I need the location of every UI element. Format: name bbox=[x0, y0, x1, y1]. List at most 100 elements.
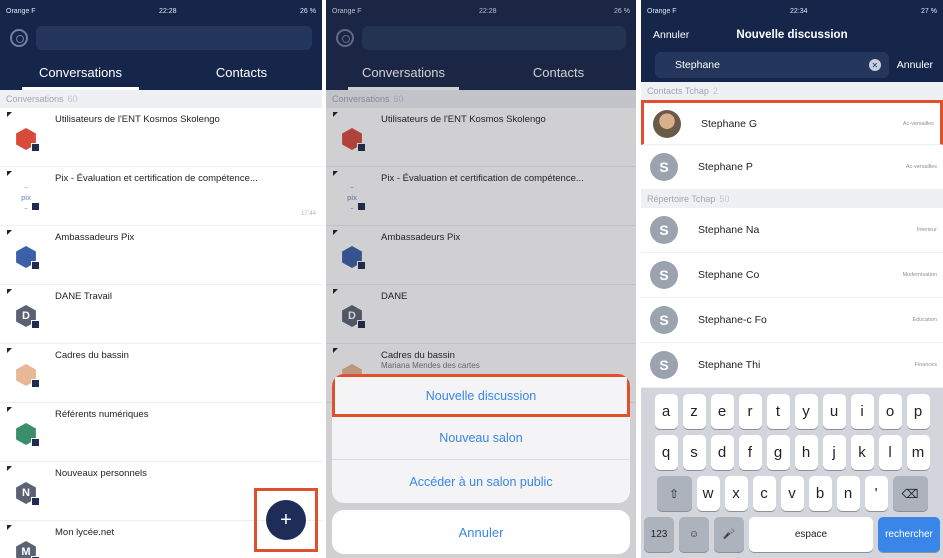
new-discussion-action[interactable]: Nouvelle discussion bbox=[332, 374, 630, 417]
conversation-title: Cadres du bassin bbox=[55, 350, 129, 361]
key-q[interactable]: q bbox=[654, 435, 678, 470]
key-v[interactable]: v bbox=[780, 476, 804, 511]
key-r[interactable]: r bbox=[738, 394, 762, 429]
search-input[interactable] bbox=[36, 26, 312, 50]
section-count: 2 bbox=[712, 86, 718, 96]
key-n[interactable]: n bbox=[836, 476, 860, 511]
conversation-row[interactable]: Ambassadeurs Pix bbox=[0, 226, 322, 285]
tab-conversations[interactable]: Conversations bbox=[0, 54, 161, 90]
status-bar: Orange F 22:28 26 % bbox=[0, 0, 322, 22]
contact-name: Stephane Na bbox=[698, 224, 760, 236]
carrier-label: Orange F bbox=[647, 7, 677, 15]
key-apostrophe[interactable]: ' bbox=[864, 476, 888, 511]
settings-gear-icon[interactable] bbox=[10, 29, 28, 47]
clock: 22:28 bbox=[159, 7, 177, 15]
space-key[interactable]: espace bbox=[749, 517, 873, 552]
unread-marker-icon bbox=[7, 407, 12, 412]
contact-row[interactable]: S Stephane-c Fo Education bbox=[641, 298, 943, 343]
directory-section-header: Répertoire Tchap 50 bbox=[641, 190, 943, 208]
unread-marker-icon bbox=[7, 171, 12, 176]
key-j[interactable]: j bbox=[822, 435, 846, 470]
key-g[interactable]: g bbox=[766, 435, 790, 470]
key-i[interactable]: i bbox=[850, 394, 874, 429]
carrier-label: Orange F bbox=[6, 7, 36, 15]
key-x[interactable]: x bbox=[724, 476, 748, 511]
key-t[interactable]: t bbox=[766, 394, 790, 429]
new-discussion-screen: Orange F 22:34 27 % Nouvelle discussion … bbox=[641, 0, 943, 558]
section-label: Répertoire Tchap bbox=[647, 194, 716, 204]
key-c[interactable]: c bbox=[752, 476, 776, 511]
key-a[interactable]: a bbox=[654, 394, 678, 429]
unread-marker-icon bbox=[7, 525, 12, 530]
key-m[interactable]: m bbox=[906, 435, 930, 470]
key-l[interactable]: l bbox=[878, 435, 902, 470]
key-p[interactable]: p bbox=[906, 394, 930, 429]
search-input[interactable]: Stephane ✕ bbox=[655, 52, 889, 78]
section-count: 50 bbox=[719, 194, 730, 204]
key-h[interactable]: h bbox=[794, 435, 818, 470]
cadres-icon bbox=[15, 364, 40, 388]
key-e[interactable]: e bbox=[710, 394, 734, 429]
contact-row[interactable]: Stephane G Ac-versailles bbox=[641, 100, 943, 145]
key-y[interactable]: y bbox=[794, 394, 818, 429]
conversation-title: Référents numériques bbox=[55, 409, 149, 420]
conversation-title: Ambassadeurs Pix bbox=[55, 232, 135, 243]
emoji-key[interactable]: ☺ bbox=[679, 517, 709, 552]
contact-domain: Education bbox=[912, 317, 937, 323]
conversation-row[interactable]: DANE Travail D bbox=[0, 285, 322, 344]
contact-row[interactable]: S Stephane Thi Finances bbox=[641, 343, 943, 388]
action-sheet: Nouvelle discussion Nouveau salon Accéde… bbox=[332, 374, 630, 503]
key-o[interactable]: o bbox=[878, 394, 902, 429]
keyboard: azertyuiop qsdfghjklm ⇧ w x c v b n ' ⌫ 123 ☺ 🎤 … bbox=[641, 388, 943, 558]
search-cancel-button[interactable]: Annuler bbox=[897, 59, 933, 71]
room-badge-icon bbox=[31, 202, 40, 211]
key-z[interactable]: z bbox=[682, 394, 706, 429]
join-public-room-action[interactable]: Accéder à un salon public bbox=[332, 460, 630, 503]
conversations-screen: Orange F 22:28 26 % Conversations Contac… bbox=[0, 0, 322, 558]
key-f[interactable]: f bbox=[738, 435, 762, 470]
room-badge-icon bbox=[31, 261, 40, 270]
hexagon-m-icon: M bbox=[15, 541, 40, 558]
search-key[interactable]: rechercher bbox=[878, 517, 940, 552]
contact-row[interactable]: S Stephane P Ac-versailles bbox=[641, 145, 943, 190]
key-u[interactable]: u bbox=[822, 394, 846, 429]
referents-icon bbox=[15, 423, 40, 447]
contact-domain: Ac-versailles bbox=[902, 120, 934, 127]
clear-icon[interactable]: ✕ bbox=[868, 59, 881, 71]
search-value: Stephane bbox=[675, 59, 720, 71]
contact-name: Stephane P bbox=[698, 161, 753, 173]
microphone-key[interactable]: 🎤 bbox=[714, 517, 744, 552]
contact-avatar-icon: S bbox=[650, 261, 678, 289]
pix-logo-icon: pix bbox=[15, 187, 40, 211]
tab-contacts[interactable]: Contacts bbox=[161, 54, 322, 90]
status-bar: Orange F 22:34 27 % bbox=[641, 0, 943, 22]
new-room-action[interactable]: Nouveau salon bbox=[332, 417, 630, 460]
room-badge-icon bbox=[31, 497, 40, 506]
conversation-title: Nouveaux personnels bbox=[55, 468, 147, 479]
contact-domain: Finances bbox=[914, 362, 937, 368]
conversation-row[interactable]: Référents numériques bbox=[0, 403, 322, 462]
nav-cancel-button[interactable]: Annuler bbox=[653, 29, 689, 41]
numbers-key[interactable]: 123 bbox=[644, 517, 674, 552]
new-conversation-button[interactable]: + bbox=[266, 500, 306, 540]
section-label: Conversations bbox=[6, 94, 64, 104]
conversation-title: DANE Travail bbox=[55, 291, 113, 302]
hexagon-n-icon: N bbox=[15, 482, 40, 506]
key-s[interactable]: s bbox=[682, 435, 706, 470]
key-d[interactable]: d bbox=[710, 435, 734, 470]
key-b[interactable]: b bbox=[808, 476, 832, 511]
contact-name: Stephane-c Fo bbox=[698, 314, 767, 326]
contact-row[interactable]: S Stephane Co Modernisation bbox=[641, 253, 943, 298]
backspace-key[interactable]: ⌫ bbox=[892, 476, 928, 511]
conversation-row[interactable]: Pix - Évaluation et certification de com… bbox=[0, 167, 322, 226]
unread-marker-icon bbox=[7, 230, 12, 235]
conversation-row[interactable]: Cadres du bassin bbox=[0, 344, 322, 403]
key-w[interactable]: w bbox=[696, 476, 720, 511]
action-sheet-screen: Orange F 22:28 26 % Conversations Contac… bbox=[326, 0, 636, 558]
unread-marker-icon bbox=[7, 112, 12, 117]
key-k[interactable]: k bbox=[850, 435, 874, 470]
contact-row[interactable]: S Stephane Na Interieur bbox=[641, 208, 943, 253]
conversation-row[interactable]: Utilisateurs de l'ENT Kosmos Skolengo bbox=[0, 108, 322, 167]
cancel-button[interactable]: Annuler bbox=[332, 510, 630, 554]
shift-key[interactable]: ⇧ bbox=[656, 476, 692, 511]
